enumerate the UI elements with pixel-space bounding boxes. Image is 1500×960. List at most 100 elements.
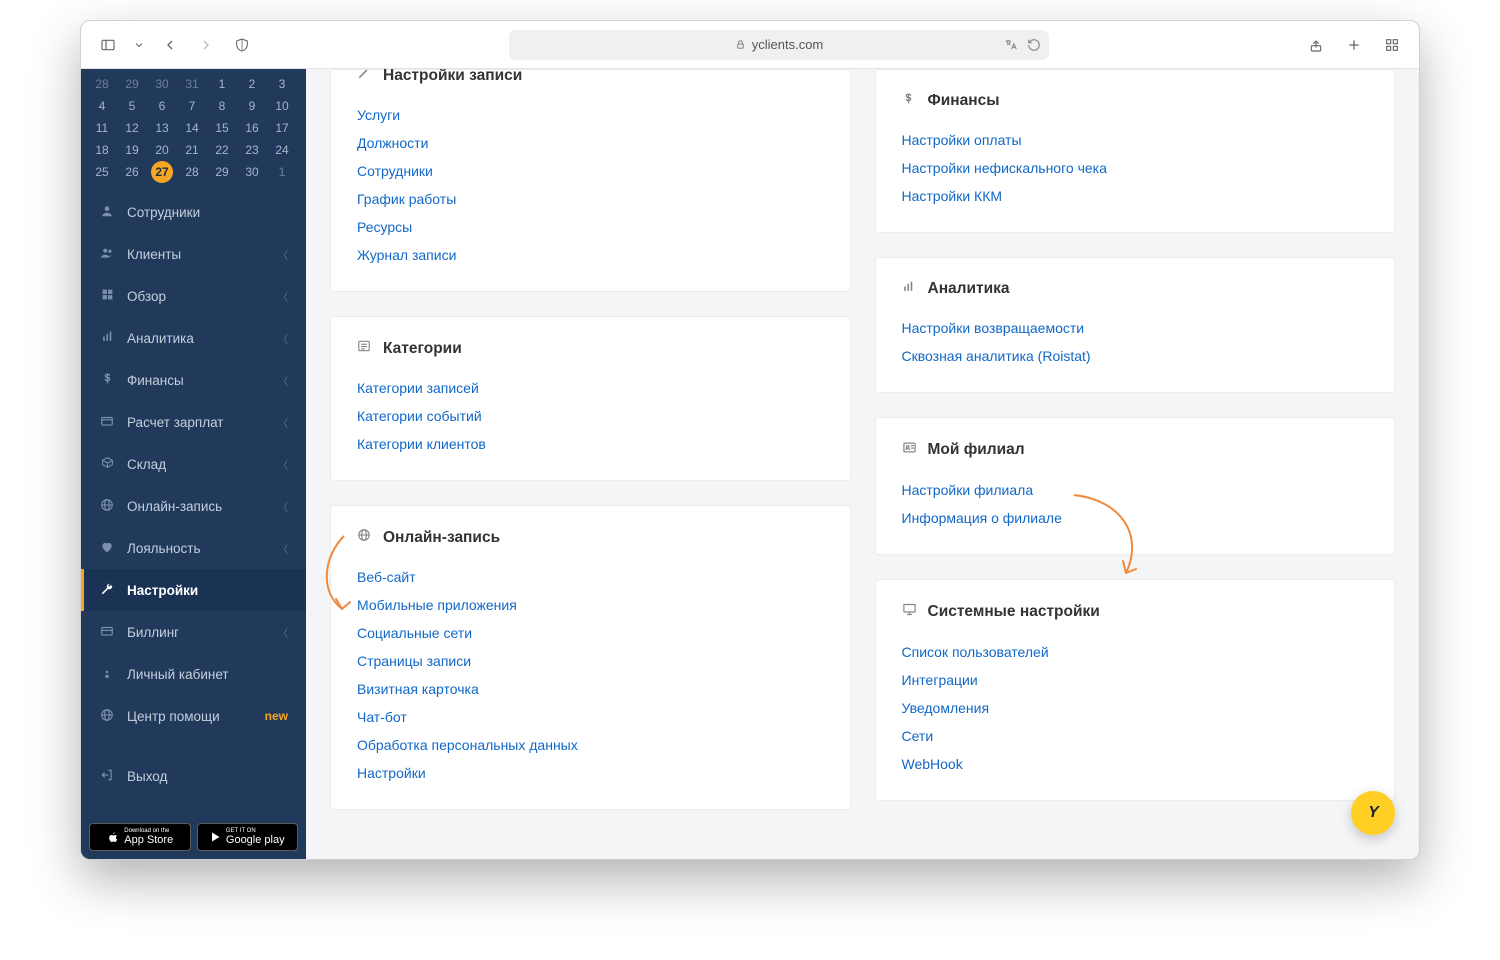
translate-icon[interactable] xyxy=(1003,38,1019,52)
chevron-left-icon: 〈 xyxy=(278,415,288,430)
settings-link[interactable]: Настройки филиала xyxy=(902,476,1369,504)
sidebar-item-2[interactable]: Обзор〈 xyxy=(81,275,306,317)
calendar-day[interactable]: 8 xyxy=(207,95,237,117)
sidebar-item-4[interactable]: Финансы〈 xyxy=(81,359,306,401)
calendar-day[interactable]: 3 xyxy=(267,73,297,95)
settings-link[interactable]: Чат-бот xyxy=(357,703,824,731)
settings-link[interactable]: Категории событий xyxy=(357,402,824,430)
settings-link[interactable]: Страницы записи xyxy=(357,647,824,675)
reload-icon[interactable] xyxy=(1027,38,1041,52)
sidebar-toggle-icon[interactable] xyxy=(97,34,119,56)
sidebar-item-7[interactable]: Онлайн-запись〈 xyxy=(81,485,306,527)
tabs-overview-icon[interactable] xyxy=(1381,34,1403,56)
calendar-day[interactable]: 4 xyxy=(87,95,117,117)
sidebar-item-8[interactable]: Лояльность〈 xyxy=(81,527,306,569)
sidebar-item-9[interactable]: Настройки xyxy=(81,569,306,611)
settings-link[interactable]: Должности xyxy=(357,129,824,157)
calendar-day[interactable]: 29 xyxy=(207,161,237,183)
calendar-day[interactable]: 19 xyxy=(117,139,147,161)
share-icon[interactable] xyxy=(1305,34,1327,56)
calendar-day[interactable]: 29 xyxy=(117,73,147,95)
settings-link[interactable]: Категории записей xyxy=(357,374,824,402)
help-fab[interactable]: Y xyxy=(1351,791,1395,835)
calendar-day[interactable]: 26 xyxy=(117,161,147,183)
settings-link[interactable]: Категории клиентов xyxy=(357,430,824,458)
calendar-day[interactable]: 2 xyxy=(237,73,267,95)
sidebar-item-6[interactable]: Склад〈 xyxy=(81,443,306,485)
dollar-icon xyxy=(99,372,115,388)
sidebar-item-0[interactable]: Сотрудники xyxy=(81,191,306,233)
calendar-day[interactable]: 13 xyxy=(147,117,177,139)
settings-link[interactable]: Услуги xyxy=(357,101,824,129)
calendar-day[interactable]: 18 xyxy=(87,139,117,161)
settings-link[interactable]: Мобильные приложения xyxy=(357,591,824,619)
calendar-day[interactable]: 20 xyxy=(147,139,177,161)
mini-calendar[interactable]: 2829303112345678910111213141516171819202… xyxy=(81,69,306,191)
id-icon xyxy=(902,440,918,460)
settings-link[interactable]: Список пользователей xyxy=(902,638,1369,666)
settings-link[interactable]: Сквозная аналитика (Roistat) xyxy=(902,342,1369,370)
calendar-day[interactable]: 11 xyxy=(87,117,117,139)
calendar-day[interactable]: 27 xyxy=(151,161,173,183)
settings-link[interactable]: Настройки оплаты xyxy=(902,126,1369,154)
calendar-day[interactable]: 10 xyxy=(267,95,297,117)
new-tab-icon[interactable] xyxy=(1343,34,1365,56)
forward-button[interactable] xyxy=(195,34,217,56)
sidebar-item-3[interactable]: Аналитика〈 xyxy=(81,317,306,359)
calendar-day[interactable]: 14 xyxy=(177,117,207,139)
sidebar-item-5[interactable]: Расчет зарплат〈 xyxy=(81,401,306,443)
calendar-day[interactable]: 30 xyxy=(147,73,177,95)
calendar-day[interactable]: 9 xyxy=(237,95,267,117)
settings-link[interactable]: Настройки возвращаемости xyxy=(902,314,1369,342)
settings-link[interactable]: Интеграции xyxy=(902,666,1369,694)
main-content: Настройки записиУслугиДолжностиСотрудник… xyxy=(306,69,1419,859)
calendar-day[interactable]: 6 xyxy=(147,95,177,117)
shield-icon[interactable] xyxy=(231,34,253,56)
calendar-day[interactable]: 22 xyxy=(207,139,237,161)
settings-link[interactable]: Сотрудники xyxy=(357,157,824,185)
settings-link[interactable]: Визитная карточка xyxy=(357,675,824,703)
calendar-day[interactable]: 1 xyxy=(207,73,237,95)
calendar-day[interactable]: 25 xyxy=(87,161,117,183)
calendar-day[interactable]: 12 xyxy=(117,117,147,139)
sidebar-item-11[interactable]: Личный кабинет xyxy=(81,653,306,695)
appstore-button[interactable]: Download on theApp Store xyxy=(89,823,191,851)
calendar-day[interactable]: 31 xyxy=(177,73,207,95)
calendar-day[interactable]: 21 xyxy=(177,139,207,161)
settings-link[interactable]: Сети xyxy=(902,722,1369,750)
settings-link[interactable]: Настройки нефискального чека xyxy=(902,154,1369,182)
calendar-day[interactable]: 15 xyxy=(207,117,237,139)
settings-link[interactable]: Веб-сайт xyxy=(357,563,824,591)
settings-link[interactable]: Настройки xyxy=(357,759,824,787)
calendar-day[interactable]: 28 xyxy=(87,73,117,95)
settings-link[interactable]: WebHook xyxy=(902,750,1369,778)
sidebar-item-label: Выход xyxy=(127,769,167,784)
calendar-day[interactable]: 17 xyxy=(267,117,297,139)
calendar-day[interactable]: 24 xyxy=(267,139,297,161)
sidebar-item-label: Лояльность xyxy=(127,541,201,556)
settings-link[interactable]: Ресурсы xyxy=(357,213,824,241)
back-button[interactable] xyxy=(159,34,181,56)
chevron-down-icon[interactable] xyxy=(133,34,145,56)
sidebar-item-label: Финансы xyxy=(127,373,184,388)
calendar-day[interactable]: 28 xyxy=(177,161,207,183)
calendar-day[interactable]: 7 xyxy=(177,95,207,117)
settings-link[interactable]: График работы xyxy=(357,185,824,213)
calendar-day[interactable]: 16 xyxy=(237,117,267,139)
settings-link[interactable]: Журнал записи xyxy=(357,241,824,269)
sidebar-item-1[interactable]: Клиенты〈 xyxy=(81,233,306,275)
sidebar-item-13[interactable]: Выход xyxy=(81,755,306,797)
settings-link[interactable]: Уведомления xyxy=(902,694,1369,722)
settings-link[interactable]: Социальные сети xyxy=(357,619,824,647)
settings-link[interactable]: Настройки ККМ xyxy=(902,182,1369,210)
googleplay-button[interactable]: GET IT ONGoogle play xyxy=(197,823,299,851)
calendar-day[interactable]: 5 xyxy=(117,95,147,117)
calendar-day[interactable]: 23 xyxy=(237,139,267,161)
sidebar-item-12[interactable]: Центр помощиnew xyxy=(81,695,306,737)
sidebar-item-10[interactable]: Биллинг〈 xyxy=(81,611,306,653)
settings-link[interactable]: Обработка персональных данных xyxy=(357,731,824,759)
calendar-day[interactable]: 1 xyxy=(267,161,297,183)
settings-link[interactable]: Информация о филиале xyxy=(902,504,1369,532)
address-bar[interactable]: yclients.com xyxy=(509,30,1049,60)
calendar-day[interactable]: 30 xyxy=(237,161,267,183)
